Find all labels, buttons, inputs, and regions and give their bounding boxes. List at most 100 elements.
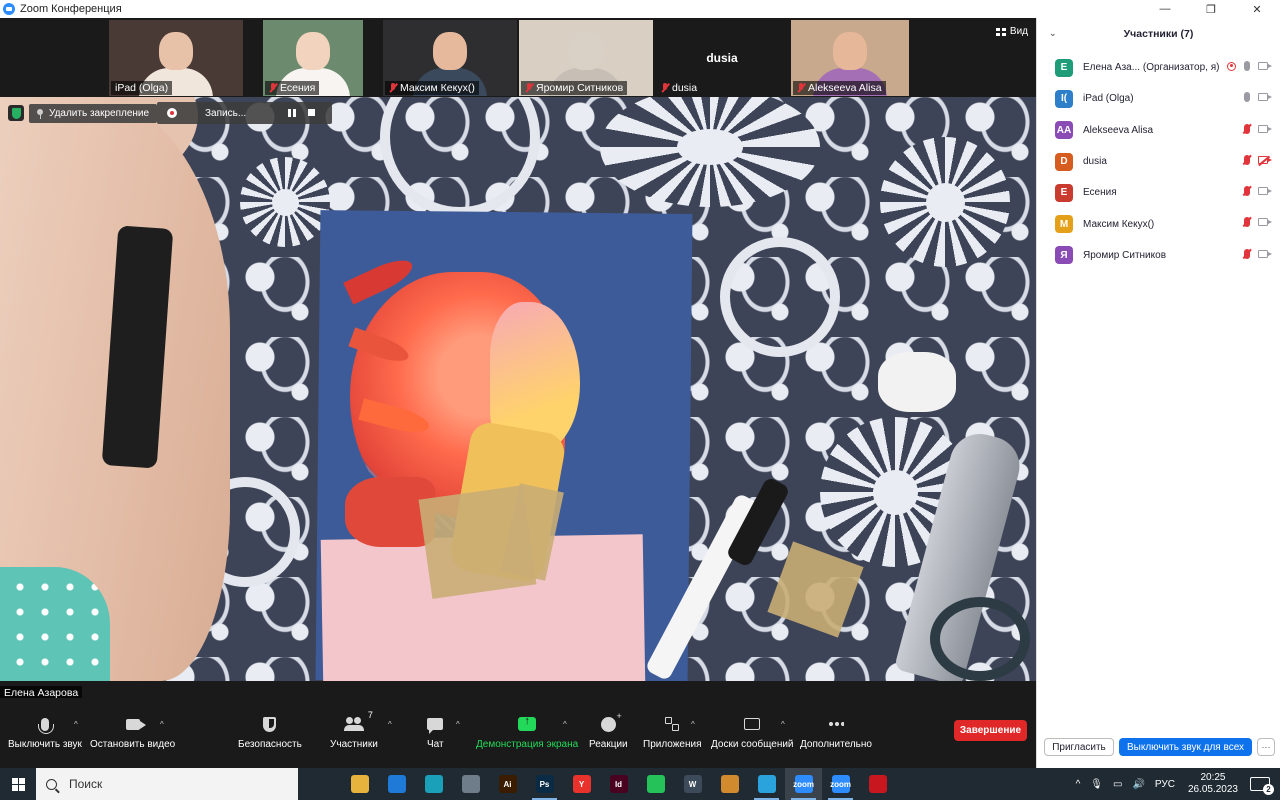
close-button[interactable]: ✕ — [1234, 0, 1280, 18]
mic-muted-icon[interactable] — [1244, 217, 1250, 228]
video-tile-dusia[interactable]: dusia dusia — [655, 20, 789, 96]
task-view-icon — [313, 775, 332, 793]
clock-time: 20:25 — [1200, 772, 1226, 783]
share-screen-icon — [518, 715, 537, 731]
mic-muted-icon[interactable] — [1244, 154, 1250, 165]
tray-overflow-caret[interactable]: ^ — [1071, 779, 1086, 790]
language-indicator[interactable]: РУС — [1150, 779, 1180, 790]
video-tile-yaromir[interactable]: Яромир Ситников — [519, 20, 653, 96]
taskbar-app-drive[interactable] — [711, 768, 748, 800]
participant-row[interactable]: Ddusia — [1037, 146, 1280, 177]
video-options-caret[interactable]: ^ — [160, 720, 168, 729]
end-meeting-button[interactable]: Завершение — [954, 720, 1027, 741]
mic-muted-icon[interactable] — [1244, 186, 1250, 197]
mic-muted-icon[interactable] — [1244, 248, 1250, 259]
participant-avatar: I( — [1055, 89, 1073, 108]
whiteboard-icon — [744, 718, 761, 730]
camera-icon[interactable] — [1258, 218, 1272, 227]
windows-logo-icon — [11, 777, 25, 791]
participant-row[interactable]: Е Елена Аза... (Организатор, я) — [1037, 52, 1280, 83]
camera-icon[interactable] — [1258, 124, 1272, 133]
volume-tray-icon[interactable]: 🔊 — [1127, 779, 1149, 790]
more-button[interactable]: Дополнительно — [800, 712, 872, 762]
invite-button[interactable]: Пригласить — [1044, 738, 1114, 756]
participants-button[interactable]: 7 Участники — [330, 710, 378, 762]
mail-icon — [387, 775, 406, 793]
taskbar-app-word[interactable]: W — [674, 768, 711, 800]
tan-paper-piece — [767, 541, 864, 638]
mic-icon[interactable] — [1244, 61, 1250, 71]
video-tile-alekseeva-alisa[interactable]: Alekseeva Alisa — [791, 20, 909, 96]
video-tile-esenia[interactable]: Есения — [263, 20, 363, 96]
mute-button[interactable]: Выключить звук — [8, 712, 82, 762]
encryption-badge[interactable] — [8, 105, 24, 121]
camera-icon[interactable] — [1258, 249, 1272, 258]
taskbar-search[interactable]: Поиск — [36, 768, 298, 800]
taskbar-app-acrobat[interactable] — [859, 768, 896, 800]
panel-header: ⌄ Участники (7) — [1037, 18, 1280, 50]
camera-off-icon[interactable] — [1258, 155, 1272, 164]
view-button[interactable]: Вид — [995, 26, 1028, 37]
restore-button[interactable]: ❐ — [1188, 0, 1234, 18]
participants-label: Участники — [330, 739, 378, 750]
mute-all-button[interactable]: Выключить звук для всех — [1119, 738, 1252, 756]
taskbar-app-folder[interactable] — [341, 768, 378, 800]
participants-options-caret[interactable]: ^ — [388, 720, 396, 729]
taskbar-app-illustrator[interactable]: Ai — [489, 768, 526, 800]
minimize-button[interactable]: — — [1142, 0, 1188, 18]
participant-row[interactable]: М Максим Кекух() — [1037, 208, 1280, 239]
taskbar-app-whatsapp[interactable] — [637, 768, 674, 800]
video-tile-ipad-olga[interactable]: iPad (Olga) — [109, 20, 243, 96]
taskbar-app-calculator[interactable] — [452, 768, 489, 800]
participant-row[interactable]: AA Alekseeva Alisa — [1037, 115, 1280, 146]
start-button[interactable] — [0, 768, 36, 800]
taskbar-app-yandex[interactable]: Y — [563, 768, 600, 800]
participant-row[interactable]: Е Есения — [1037, 177, 1280, 208]
taskbar-app-mail[interactable] — [378, 768, 415, 800]
security-button[interactable]: Безопасность — [238, 712, 302, 762]
video-tile-maksim[interactable]: Максим Кекух() — [383, 20, 517, 96]
unpin-button[interactable]: Удалить закрепление — [29, 104, 158, 123]
window-controls: — ❐ ✕ — [1142, 0, 1280, 18]
chat-options-caret[interactable]: ^ — [456, 720, 464, 729]
participant-name: Alekseeva Alisa — [1083, 124, 1154, 136]
zoom-app-icon — [3, 3, 15, 15]
mic-icon[interactable] — [1244, 92, 1250, 103]
apps-options-caret[interactable]: ^ — [691, 720, 699, 729]
main-video-feed[interactable]: Удалить закрепление Запись... — [0, 97, 1036, 681]
taskbar-clock[interactable]: 20:25 26.05.2023 — [1180, 772, 1246, 796]
taskbar-app-zoom-2[interactable]: zoom — [822, 768, 859, 800]
reactions-button[interactable]: Реакции — [589, 711, 628, 762]
indesign-icon: Id — [609, 775, 628, 793]
taskbar-app-indesign[interactable]: Id — [600, 768, 637, 800]
network-tray-icon[interactable]: ▭ — [1108, 779, 1127, 790]
collapse-panel-icon[interactable]: ⌄ — [1049, 28, 1057, 39]
participant-row[interactable]: I(iPad (Olga) — [1037, 83, 1280, 114]
security-label: Безопасность — [238, 739, 302, 750]
taskbar-app-zoom[interactable]: zoom — [785, 768, 822, 800]
participant-row[interactable]: Я Яромир Ситников — [1037, 240, 1280, 271]
microphone-tray-icon[interactable]: 🎙 — [1085, 779, 1108, 790]
participant-avatar: Е — [1055, 58, 1073, 77]
shield-icon — [11, 107, 21, 119]
camera-icon[interactable] — [1258, 187, 1272, 196]
participant-status-icons — [1244, 92, 1272, 103]
panel-more-button[interactable]: ··· — [1257, 738, 1275, 756]
pause-recording-icon[interactable] — [288, 109, 296, 117]
chat-button[interactable]: Чат — [427, 712, 444, 762]
share-options-caret[interactable]: ^ — [563, 720, 571, 729]
audio-options-caret[interactable]: ^ — [74, 720, 82, 729]
camera-icon[interactable] — [1258, 93, 1272, 102]
taskbar-app-task-view[interactable] — [304, 768, 341, 800]
camera-icon[interactable] — [1258, 62, 1272, 70]
stop-recording-icon[interactable] — [308, 109, 315, 116]
taskbar-app-photoshop[interactable]: Ps — [526, 768, 563, 800]
whiteboard-options-caret[interactable]: ^ — [781, 720, 789, 729]
taskbar-app-telegram[interactable] — [748, 768, 785, 800]
taskbar-app-edge[interactable] — [415, 768, 452, 800]
participant-face — [569, 32, 603, 70]
pin-icon — [37, 108, 43, 119]
mic-muted-icon[interactable] — [1244, 123, 1250, 134]
title-bar: Zoom Конференция — ❐ ✕ — [0, 0, 1280, 18]
notification-center-icon[interactable]: 2 — [1250, 777, 1274, 795]
